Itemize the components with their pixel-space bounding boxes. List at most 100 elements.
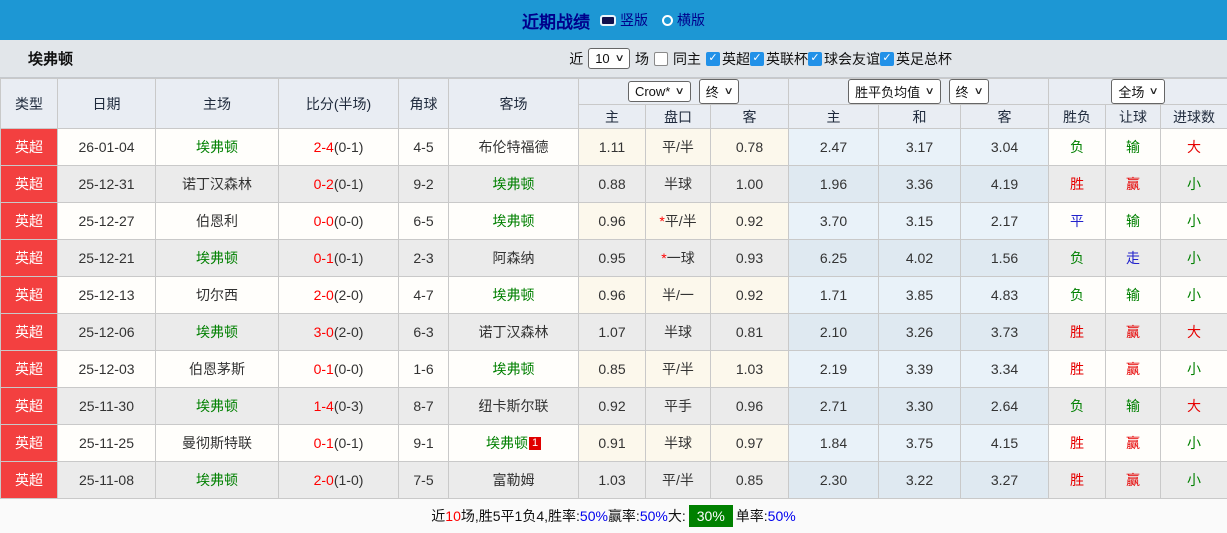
corner-score: 8-7	[399, 388, 449, 425]
corner-score: 7-5	[399, 462, 449, 499]
odds-final-select[interactable]: 终 ∨	[699, 79, 739, 104]
same-home-checkbox[interactable]	[654, 52, 668, 66]
handicap-line: 平/半	[646, 462, 711, 499]
avg-home-odds: 1.84	[789, 425, 879, 462]
avg-draw-odds: 4.02	[879, 240, 961, 277]
competition-filter-item: ✓球会友谊	[808, 49, 880, 69]
page-title: 近期战绩	[522, 8, 590, 33]
avg-final-select[interactable]: 终 ∨	[949, 79, 989, 104]
competition-checkbox[interactable]: ✓	[706, 52, 720, 66]
handicap-line: 平/半	[646, 351, 711, 388]
summary-segment: 10	[445, 508, 461, 524]
match-score: 0-1(0-0)	[279, 351, 399, 388]
match-row: 英超 25-12-13 切尔西 2-0(2-0) 4-7 埃弗顿 0.96 半/…	[1, 277, 1227, 314]
avg-final-value: 终	[956, 82, 969, 101]
odds-company-select[interactable]: Crow* ∨	[628, 81, 691, 102]
period-select[interactable]: 全场 ∨	[1111, 79, 1164, 104]
avg-draw-odds: 3.39	[879, 351, 961, 388]
competition-checkbox[interactable]: ✓	[880, 52, 894, 66]
handicap-odds-away: 0.93	[711, 240, 789, 277]
corner-score: 9-2	[399, 166, 449, 203]
competition-checkbox[interactable]: ✓	[750, 52, 764, 66]
halftime-score: (1-0)	[334, 472, 364, 488]
handicap-line: 半球	[646, 314, 711, 351]
avg-away-odds: 1.56	[961, 240, 1049, 277]
handicap-line: *一球	[646, 240, 711, 277]
fulltime-score: 0-1	[314, 435, 334, 451]
competition-label: 英联杯	[766, 49, 808, 69]
col-header-handicap: 盘口	[646, 105, 711, 129]
match-date: 25-12-03	[58, 351, 156, 388]
competition-checkbox[interactable]: ✓	[808, 52, 822, 66]
match-score: 2-4(0-1)	[279, 129, 399, 166]
summary-bar: 近10场,胜5平1负4, 胜率:50% 赢率:50% 大:30% 单率:50%	[0, 499, 1227, 533]
avg-away-odds: 4.19	[961, 166, 1049, 203]
col-header-home: 主场	[156, 79, 279, 129]
league-badge: 英超	[1, 462, 58, 499]
red-card-badge: 1	[529, 437, 541, 450]
results-body: 英超 26-01-04 埃弗顿 2-4(0-1) 4-5 布伦特福德 1.11 …	[1, 129, 1227, 499]
same-home-label: 同主	[673, 49, 701, 69]
handicap-odds-home: 1.11	[579, 129, 646, 166]
handicap-line: 平手	[646, 388, 711, 425]
result-wdl: 负	[1049, 388, 1106, 425]
col-header-handicap-result: 让球	[1106, 105, 1161, 129]
avg-draw-odds: 3.85	[879, 277, 961, 314]
result-wdl: 负	[1049, 240, 1106, 277]
match-count-select[interactable]: 10 ∨	[588, 48, 630, 69]
match-score: 2-0(1-0)	[279, 462, 399, 499]
match-count-value: 10	[595, 51, 609, 66]
halftime-score: (0-1)	[334, 176, 364, 192]
handicap-odds-home: 1.07	[579, 314, 646, 351]
away-team-name: 布伦特福德	[449, 129, 579, 166]
handicap-odds-away: 1.00	[711, 166, 789, 203]
avg-home-odds: 1.71	[789, 277, 879, 314]
corner-score: 4-7	[399, 277, 449, 314]
result-handicap: 输	[1106, 129, 1161, 166]
halftime-score: (0-1)	[334, 139, 364, 155]
summary-segment: 50%	[640, 508, 668, 524]
col-header-corner: 角球	[399, 79, 449, 129]
home-team-name: 埃弗顿	[156, 314, 279, 351]
away-team-name: 富勒姆	[449, 462, 579, 499]
result-handicap: 走	[1106, 240, 1161, 277]
radio-vertical-layout[interactable]: 竖版	[600, 10, 648, 30]
fulltime-score: 3-0	[314, 324, 334, 340]
col-header-goals: 进球数	[1161, 105, 1227, 129]
away-team-name: 诺丁汉森林	[449, 314, 579, 351]
period-value: 全场	[1118, 82, 1144, 101]
col-header-odds-away: 客	[711, 105, 789, 129]
radio-horizontal-layout[interactable]: 横版	[662, 10, 705, 30]
league-badge: 英超	[1, 314, 58, 351]
home-team-name: 诺丁汉森林	[156, 166, 279, 203]
avg-away-odds: 2.17	[961, 203, 1049, 240]
result-wdl: 胜	[1049, 462, 1106, 499]
result-wdl: 负	[1049, 129, 1106, 166]
match-date: 25-12-27	[58, 203, 156, 240]
avg-away-odds: 3.04	[961, 129, 1049, 166]
fulltime-score: 2-0	[314, 472, 334, 488]
competition-label: 球会友谊	[824, 49, 880, 69]
corner-score: 1-6	[399, 351, 449, 388]
summary-segment: 50%	[580, 508, 608, 524]
away-team-name: 埃弗顿	[449, 351, 579, 388]
summary-segment: 30%	[689, 505, 733, 527]
result-goals: 小	[1161, 425, 1227, 462]
league-badge: 英超	[1, 425, 58, 462]
chevron-down-icon: ∨	[723, 87, 733, 97]
handicap-odds-home: 0.96	[579, 277, 646, 314]
result-goals: 小	[1161, 277, 1227, 314]
handicap-odds-away: 0.85	[711, 462, 789, 499]
summary-segment: 近	[431, 506, 445, 526]
result-handicap: 赢	[1106, 462, 1161, 499]
avg-type-select[interactable]: 胜平负均值 ∨	[848, 79, 940, 104]
halftime-score: (0-1)	[334, 250, 364, 266]
result-wdl: 胜	[1049, 314, 1106, 351]
handicap-odds-home: 0.96	[579, 203, 646, 240]
summary-segment: 50%	[768, 508, 796, 524]
league-badge: 英超	[1, 277, 58, 314]
result-goals: 大	[1161, 388, 1227, 425]
handicap-odds-home: 0.85	[579, 351, 646, 388]
match-score: 2-0(2-0)	[279, 277, 399, 314]
fulltime-score: 0-1	[314, 250, 334, 266]
